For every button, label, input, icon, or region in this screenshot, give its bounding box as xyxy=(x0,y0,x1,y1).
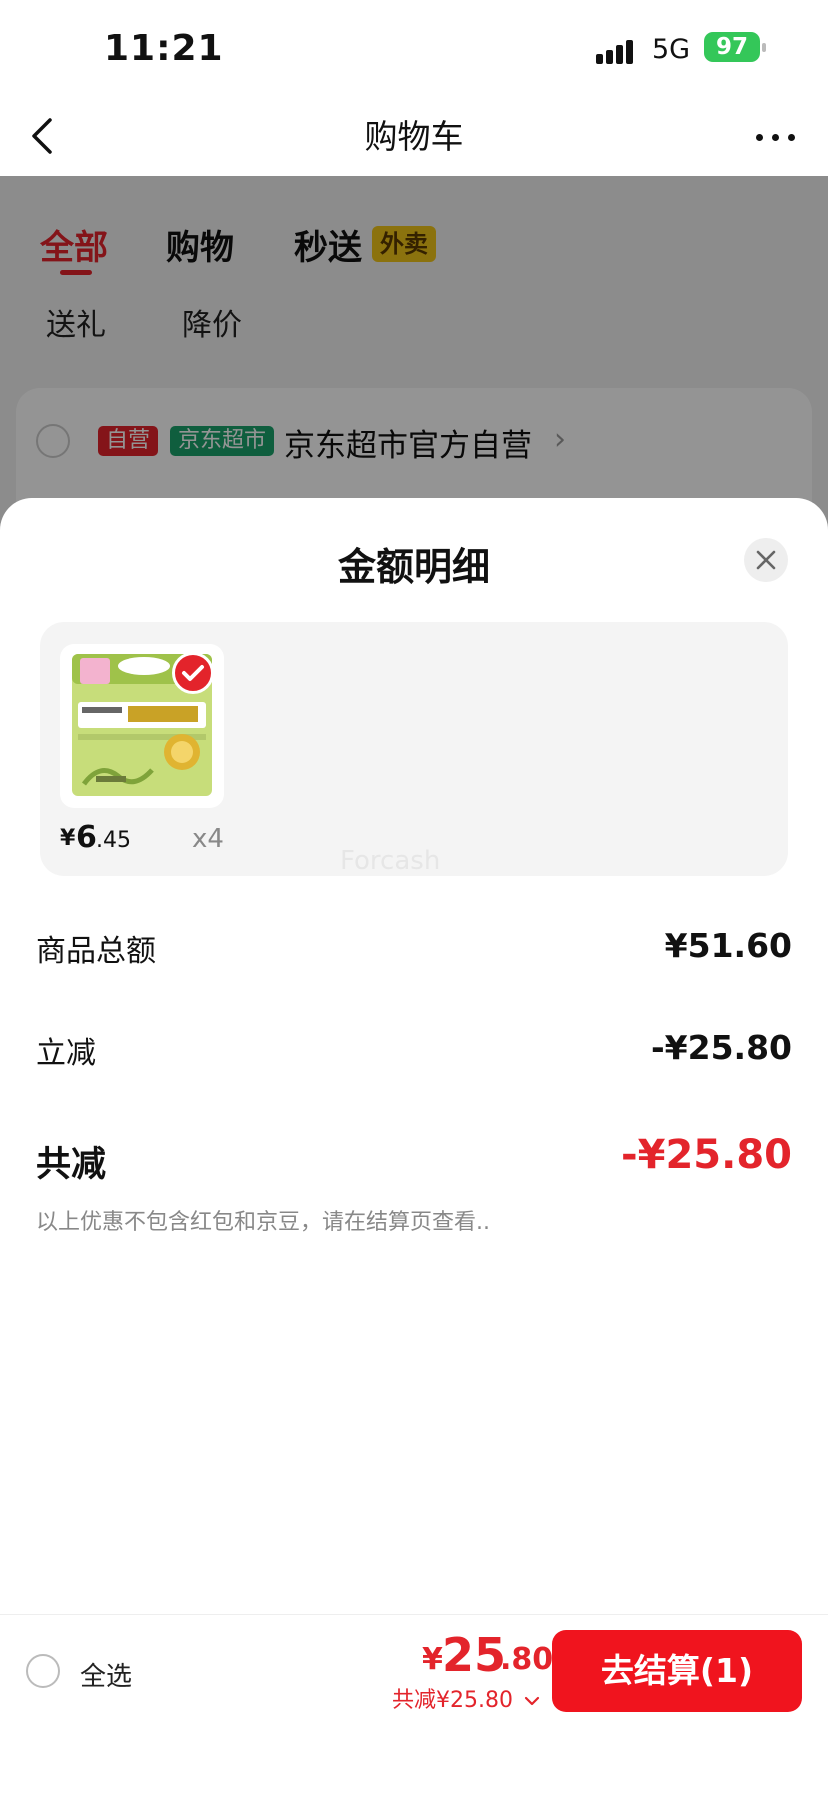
total-price-decimal: .80 xyxy=(500,1642,554,1677)
instant-cut-label: 立减 xyxy=(36,1036,96,1071)
goods-total-label: 商品总额 xyxy=(36,934,156,969)
selected-check-icon[interactable] xyxy=(172,652,214,694)
discount-note: 以上优惠不包含红包和京豆，请在结算页查看.. xyxy=(36,1210,490,1235)
chevron-down-icon xyxy=(524,1696,540,1706)
battery-level: 97 xyxy=(715,34,748,60)
saved-amount-toggle[interactable]: 共减¥25.80 xyxy=(392,1682,540,1714)
goods-total-value: ¥51.60 xyxy=(664,926,792,965)
battery-icon: 97 xyxy=(704,32,760,62)
sheet-title: 金额明细 xyxy=(337,545,490,589)
product-quantity: x4 xyxy=(192,824,224,854)
total-price-integer: 25 xyxy=(442,1628,507,1682)
select-all-label[interactable]: 全选 xyxy=(80,1656,132,1693)
product-price-integer: 6 xyxy=(76,820,97,855)
total-cut-label: 共减 xyxy=(36,1145,107,1185)
select-all-radio[interactable] xyxy=(26,1654,60,1688)
checkout-button[interactable]: 去结算(1) xyxy=(552,1630,802,1712)
more-button[interactable] xyxy=(748,116,804,156)
close-icon xyxy=(756,550,776,570)
total-price-symbol: ¥ xyxy=(422,1642,443,1677)
instant-cut-value: -¥25.80 xyxy=(650,1028,792,1067)
product-price-symbol: ¥ xyxy=(60,826,76,851)
battery-cap xyxy=(762,43,766,52)
saved-amount: 共减¥25.80 xyxy=(392,1688,513,1713)
total-cut-value: -¥25.80 xyxy=(621,1132,792,1178)
watermark: Forcash xyxy=(340,846,441,876)
close-button[interactable] xyxy=(744,538,788,582)
page-title: 购物车 xyxy=(364,117,464,156)
status-time: 11:21 xyxy=(104,28,224,69)
signal-icon xyxy=(596,36,640,64)
network-label: 5G xyxy=(652,34,691,65)
product-price-decimal: .45 xyxy=(96,828,131,853)
